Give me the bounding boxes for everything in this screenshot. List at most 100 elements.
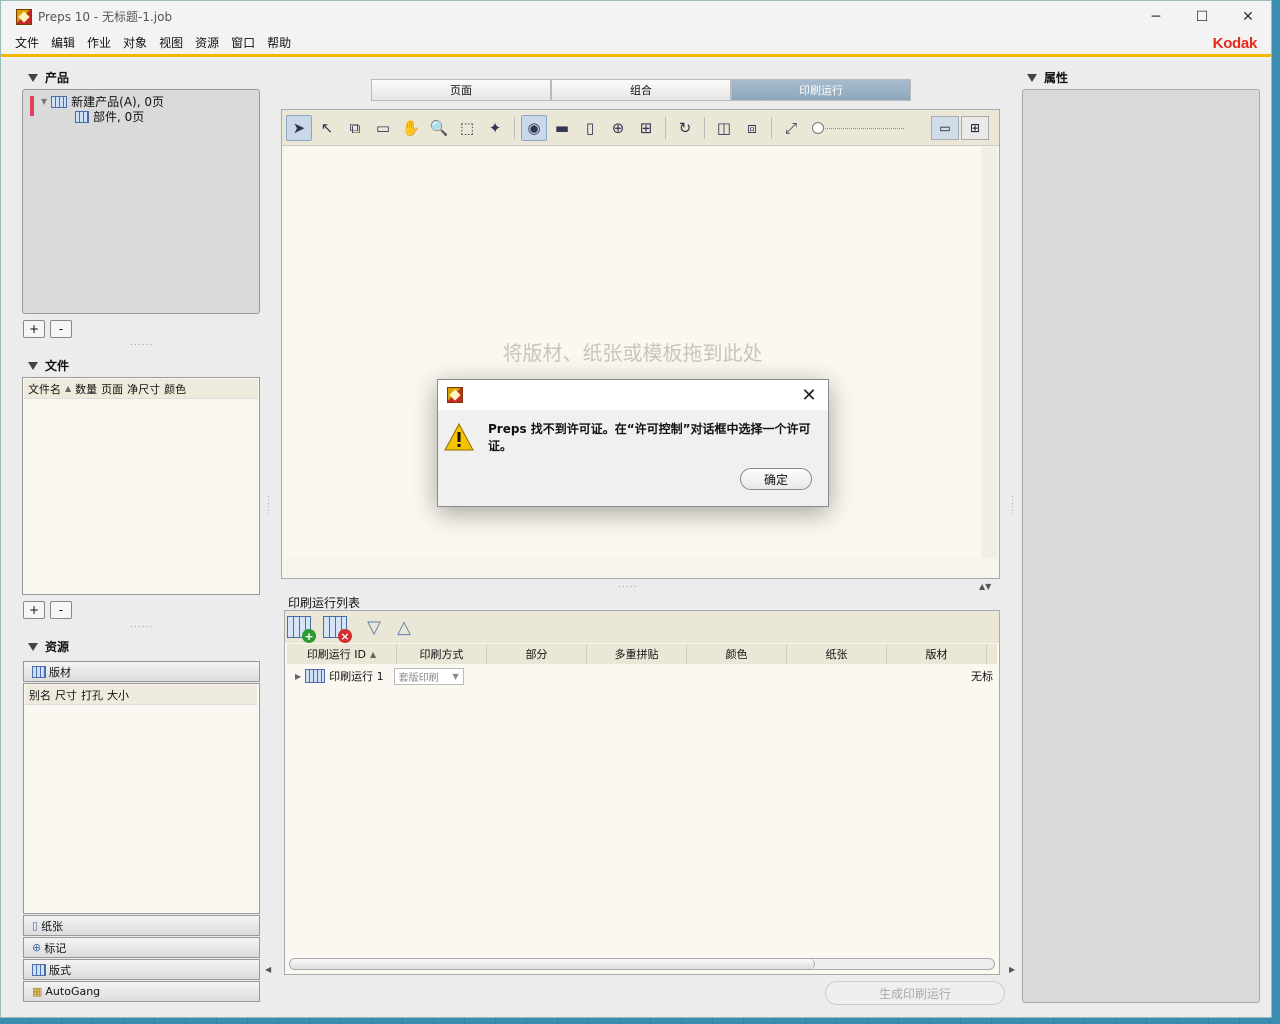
single-view-icon: ▭ (939, 120, 951, 135)
run-list-title: 印刷运行列表 (288, 596, 361, 610)
resource-tab-autogang-label: AutoGang (45, 985, 101, 998)
files-list-header: 文件名 ▲ 数量 页面 净尺寸 颜色 (24, 379, 258, 399)
products-tree[interactable]: ▼ 新建产品(A), 0页 部件, 0页 (22, 89, 260, 314)
multi-view-button[interactable]: ⊞ (961, 115, 989, 140)
auto-tool-button[interactable]: ✦ (482, 115, 508, 141)
files-resize-grip[interactable]: ...... (130, 620, 153, 630)
canvas-vertical-scrollbar[interactable] (982, 147, 997, 558)
col-size[interactable]: 尺寸 (55, 687, 77, 703)
preview-toggle-button[interactable]: ◉ (521, 114, 547, 141)
col-filename[interactable]: 文件名 (28, 381, 61, 397)
print-method-select[interactable]: 套版印刷 ▼ (393, 667, 464, 685)
generate-press-run-button[interactable]: 生成印刷运行 (825, 981, 1005, 1005)
col-quantity[interactable]: 数量 (75, 381, 97, 397)
add-file-button[interactable]: + (23, 601, 45, 619)
products-resize-grip[interactable]: ...... (130, 338, 153, 348)
center-resize-grip[interactable]: ..... (618, 580, 637, 590)
tab-pages[interactable]: 页面 (371, 79, 551, 101)
window-title: Preps 10 - 无标题-1.job (38, 10, 173, 24)
dialog-close-button[interactable]: ✕ (798, 384, 820, 406)
fit-view-button[interactable]: ⤢ (778, 115, 804, 141)
page-tool-button[interactable]: ▭ (370, 115, 396, 141)
menu-view[interactable]: 视图 (153, 32, 189, 54)
move-down-button[interactable]: ▽ (361, 617, 387, 638)
dialog-message: Preps 找不到许可证。在“许可控制”对话框中选择一个许可证。 (488, 420, 828, 454)
delete-run-button[interactable]: × (323, 616, 352, 643)
col-multi-tile[interactable]: 多重拼贴 (587, 644, 687, 664)
single-view-button[interactable]: ▭ (931, 115, 959, 140)
properties-panel (1022, 89, 1260, 1003)
menu-job[interactable]: 作业 (81, 32, 117, 54)
dialog-title-bar: ✕ (438, 380, 828, 410)
run-list-horizontal-scrollbar[interactable] (289, 958, 995, 970)
files-list[interactable]: 文件名 ▲ 数量 页面 净尺寸 颜色 (22, 377, 260, 595)
collapse-canvas-arrows-icon[interactable]: ▲▼ (979, 582, 991, 591)
right-splitter[interactable]: ...... (1010, 495, 1019, 516)
ok-button[interactable]: 确定 (740, 468, 812, 490)
table-row[interactable]: ▶ 印刷运行 1 套版印刷 ▼ 无标 (295, 667, 995, 685)
ruler-button[interactable]: ▬ (549, 115, 575, 141)
menu-help[interactable]: 帮助 (261, 32, 297, 54)
col-plate[interactable]: 版材 (887, 644, 987, 664)
col-dimension[interactable]: 大小 (107, 687, 129, 703)
menu-window[interactable]: 窗口 (225, 32, 261, 54)
expand-arrow-icon[interactable]: ▶ (295, 672, 301, 681)
col-paper[interactable]: 纸张 (787, 644, 887, 664)
tab-press-runs[interactable]: 印刷运行 (731, 79, 911, 101)
menu-file[interactable]: 文件 (9, 32, 45, 54)
gutter-button[interactable]: ⊞ (633, 115, 659, 141)
tree-item-part[interactable]: 部件, 0页 (75, 108, 144, 125)
products-panel-header[interactable]: 产品 (28, 69, 69, 86)
left-splitter[interactable]: ...... (266, 495, 275, 516)
collapse-right-arrow-icon[interactable]: ▶ (1009, 965, 1015, 974)
zoom-slider-knob[interactable] (812, 121, 824, 134)
close-button[interactable]: ✕ (1225, 1, 1271, 32)
properties-panel-header[interactable]: 属性 (1027, 69, 1068, 86)
col-print-method[interactable]: 印刷方式 (397, 644, 487, 664)
resource-tab-plates[interactable]: 版材 (23, 661, 260, 682)
eye-icon: ◉ (527, 118, 541, 137)
col-trim-size[interactable]: 净尺寸 (127, 381, 160, 397)
page-number-tool-button[interactable]: ⧉ (342, 115, 368, 141)
menu-edit[interactable]: 编辑 (45, 32, 81, 54)
scrollbar-thumb[interactable] (290, 959, 815, 969)
col-alias[interactable]: 别名 (29, 687, 51, 703)
files-panel-header[interactable]: 文件 (28, 357, 69, 374)
add-run-button[interactable]: + (287, 616, 316, 643)
zoom-slider[interactable] (812, 121, 904, 135)
menu-resources[interactable]: 资源 (189, 32, 225, 54)
maximize-button[interactable]: ☐ (1179, 1, 1225, 32)
menu-object[interactable]: 对象 (117, 32, 153, 54)
add-product-button[interactable]: + (23, 320, 45, 338)
tab-compositions[interactable]: 组合 (551, 79, 731, 101)
crosshair-button[interactable]: ⊕ (605, 115, 631, 141)
plates-list[interactable]: 别名 尺寸 打孔 大小 (23, 683, 260, 914)
hand-tool-button[interactable]: ✋ (398, 115, 424, 141)
collapse-left-arrow-icon[interactable]: ◀ (265, 965, 271, 974)
resources-panel-header[interactable]: 资源 (28, 638, 69, 655)
col-section[interactable]: 部分 (487, 644, 587, 664)
col-color[interactable]: 颜色 (164, 381, 186, 397)
select-tool-button[interactable]: ➤ (286, 114, 312, 141)
col-color[interactable]: 颜色 (687, 644, 787, 664)
col-pages[interactable]: 页面 (101, 381, 123, 397)
resource-tab-autogang[interactable]: ▦ AutoGang (23, 981, 260, 1002)
resource-tab-templates[interactable]: 版式 (23, 959, 260, 980)
rotate-button[interactable]: ↻ (672, 115, 698, 141)
zoom-tool-button[interactable]: 🔍 (426, 115, 452, 141)
sheet-button[interactable]: ▯ (577, 115, 603, 141)
layout-b-button[interactable]: ⧈ (739, 115, 765, 141)
col-punch[interactable]: 打孔 (81, 687, 103, 703)
remove-product-button[interactable]: - (50, 320, 72, 338)
resource-tab-paper[interactable]: ▯ 纸张 (23, 915, 260, 936)
col-run-id[interactable]: 印刷运行 ID ▲ (287, 644, 397, 664)
page-icon: ▭ (375, 118, 391, 137)
remove-file-button[interactable]: - (50, 601, 72, 619)
marquee-tool-button[interactable]: ⬚ (454, 115, 480, 141)
minimize-button[interactable]: ─ (1133, 1, 1179, 32)
resource-tab-marks[interactable]: ⊕ 标记 (23, 937, 260, 958)
layout-a-button[interactable]: ◫ (711, 115, 737, 141)
move-up-button[interactable]: △ (391, 617, 417, 638)
toolbar-separator (771, 116, 772, 139)
subselect-tool-button[interactable]: ↖ (314, 115, 340, 141)
